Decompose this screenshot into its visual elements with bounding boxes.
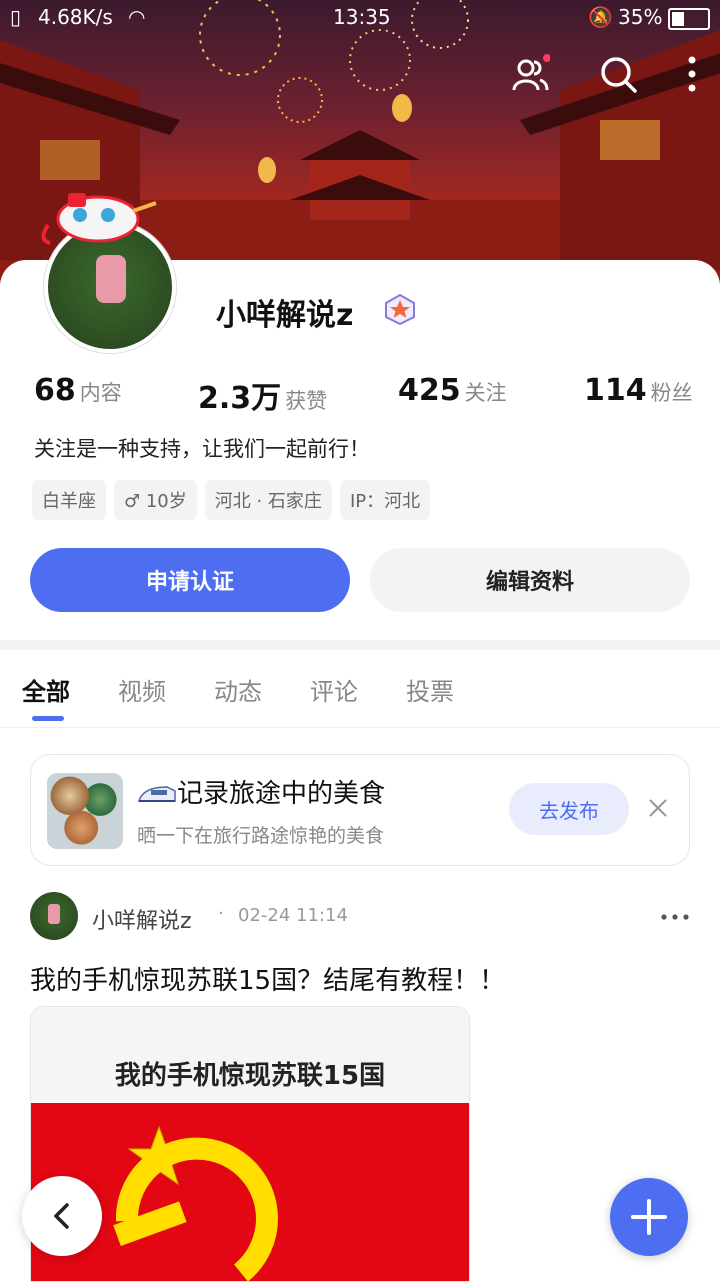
tab-video[interactable]: 视频: [118, 672, 214, 707]
stat-content[interactable]: 68 内容: [34, 373, 122, 408]
stat-following[interactable]: 425 关注: [398, 373, 507, 408]
more-vertical-icon[interactable]: [684, 52, 700, 96]
search-icon[interactable]: [596, 52, 640, 96]
apply-verification-button[interactable]: 申请认证: [30, 548, 350, 612]
network-speed: 4.68K/s: [38, 5, 113, 29]
battery-icon: [668, 8, 710, 30]
edit-profile-button[interactable]: 编辑资料: [370, 548, 690, 612]
clock: 13:35: [333, 5, 391, 29]
plus-icon: [631, 1199, 667, 1235]
post-image-flag: [31, 1103, 469, 1281]
tab-comments[interactable]: 评论: [310, 672, 406, 707]
tag-zodiac: 白羊座: [32, 480, 106, 520]
food-thumbnail: [47, 773, 123, 849]
friends-icon[interactable]: [508, 52, 552, 96]
stat-followers[interactable]: 114 粉丝: [584, 373, 693, 408]
chevron-left-icon: [54, 1203, 69, 1229]
profile-tags: 白羊座 ♂ 10岁 河北 · 石家庄 IP：河北: [32, 480, 431, 520]
post-text[interactable]: 我的手机惊现苏联15国？结尾有教程！！: [30, 960, 505, 997]
tab-votes[interactable]: 投票: [406, 672, 502, 707]
stat-content-label: 内容: [79, 381, 122, 405]
stat-content-num: 68: [34, 373, 76, 408]
post-author-avatar[interactable]: [30, 892, 78, 940]
stats-row: 68 内容 2.3万 获赞 425 关注 114 粉丝: [34, 373, 694, 417]
create-post-button[interactable]: [610, 1178, 688, 1256]
post-image-caption: 我的手机惊现苏联15国: [114, 1061, 386, 1091]
tag-gender-age: ♂ 10岁: [114, 480, 197, 520]
section-divider: [0, 640, 720, 650]
tab-dynamic[interactable]: 动态: [214, 672, 310, 707]
post-timestamp: 02-24 11:14: [238, 905, 348, 926]
sim-icon: ▯: [10, 5, 22, 29]
header-actions: [508, 52, 700, 96]
profile-name: 小咩解说z: [216, 298, 354, 333]
post-more-icon[interactable]: [660, 900, 690, 928]
post-image[interactable]: 我的手机惊现苏联15国: [30, 1006, 470, 1282]
stat-following-label: 关注: [464, 381, 507, 405]
post-avatar-pig: [48, 904, 60, 924]
stat-followers-label: 粉丝: [650, 381, 693, 405]
profile-bio: 关注是一种支持，让我们一起前行！: [34, 437, 370, 461]
publish-button[interactable]: 去发布: [509, 783, 629, 835]
promo-title: 记录旅途中的美食: [137, 773, 385, 810]
stat-likes-label: 获赞: [285, 389, 328, 413]
avatar-pig: [96, 255, 126, 303]
stat-likes-num: 2.3万: [198, 381, 282, 416]
stat-likes[interactable]: 2.3万 获赞: [198, 373, 327, 417]
tabs-underline: [0, 727, 720, 728]
level-badge-icon[interactable]: [384, 293, 416, 325]
promo-subtitle: 晒一下在旅行路途惊艳的美食: [137, 825, 385, 847]
post-author-name[interactable]: 小咩解说z: [92, 903, 192, 935]
status-bar: ▯ 4.68K/s ◠ 13:35 🔕 35%: [0, 0, 720, 36]
wifi-icon: ◠: [128, 5, 146, 29]
lion-dance-decoration-icon: [41, 193, 157, 245]
promo-card[interactable]: 记录旅途中的美食 晒一下在旅行路途惊艳的美食 去发布: [30, 754, 690, 866]
close-icon[interactable]: [645, 795, 671, 821]
bell-muted-icon: 🔕: [588, 5, 613, 29]
post-separator: ·: [218, 903, 224, 924]
hammer-sickle-star-icon: [113, 1125, 278, 1281]
promo-title-text: 记录旅途中的美食: [177, 779, 386, 809]
tag-location: 河北 · 石家庄: [204, 480, 332, 520]
back-button[interactable]: [22, 1176, 102, 1256]
stat-followers-num: 114: [584, 373, 647, 408]
tag-ip: IP：河北: [339, 480, 431, 520]
train-icon: [137, 783, 177, 807]
content-tabs: 全部 视频 动态 评论 投票: [22, 672, 502, 707]
avatar-container[interactable]: [30, 185, 180, 355]
stat-following-num: 425: [398, 373, 461, 408]
tab-active-indicator: [32, 716, 64, 721]
battery-level: 35%: [618, 5, 663, 29]
tab-all[interactable]: 全部: [22, 672, 118, 707]
